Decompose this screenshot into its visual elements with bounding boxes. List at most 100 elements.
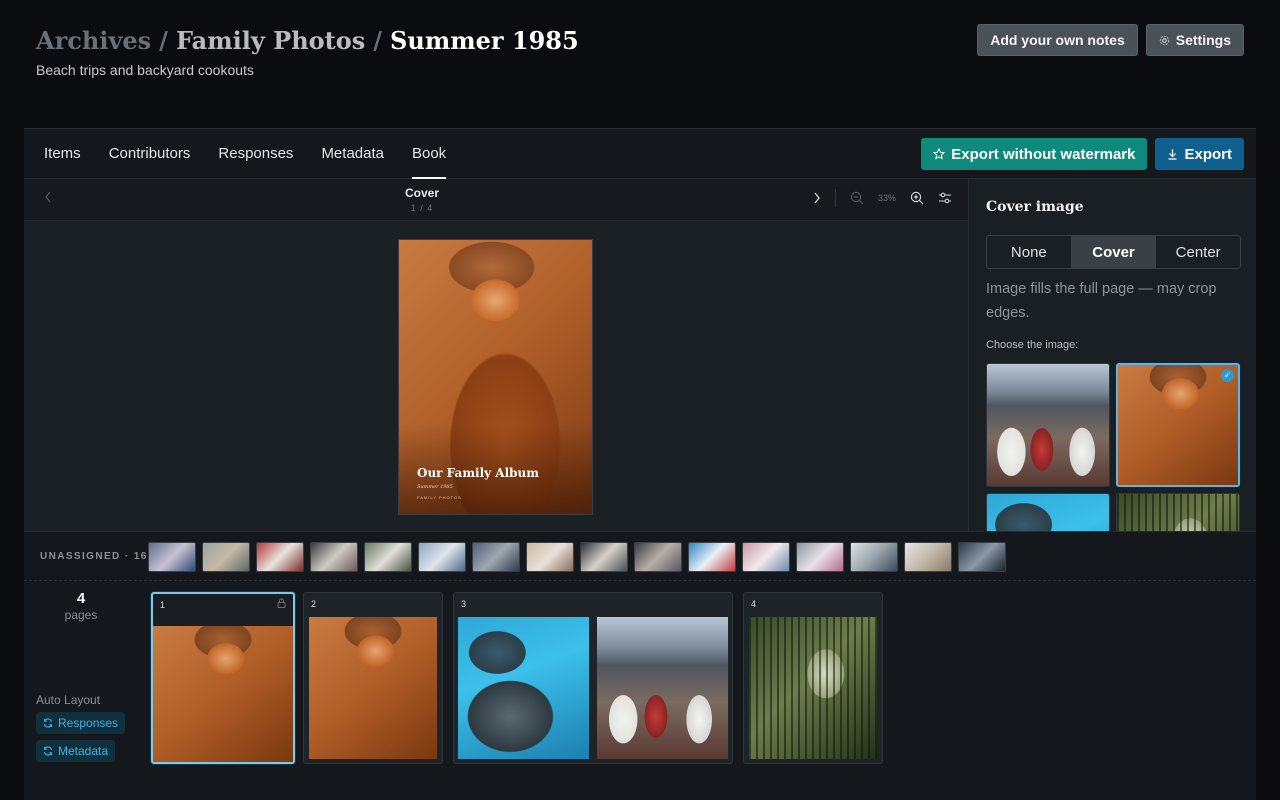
auto-layout-responses-button[interactable]: Responses: [36, 712, 126, 734]
page-photo: [597, 617, 728, 759]
check-icon: ✓: [1221, 369, 1234, 382]
image-choices: ✓: [986, 363, 1242, 531]
breadcrumb-archives[interactable]: Archives: [36, 26, 151, 55]
breadcrumb-separator: /: [159, 26, 168, 55]
cover-mode-none[interactable]: None: [987, 236, 1072, 268]
breadcrumb-current: Summer 1985: [390, 26, 579, 55]
tab-contributors[interactable]: Contributors: [109, 129, 191, 179]
breadcrumb: Archives / Family Photos / Summer 1985: [36, 26, 579, 55]
auto-layout-metadata-label: Metadata: [58, 744, 109, 758]
sliders-icon[interactable]: [938, 191, 952, 205]
page-subtitle: Beach trips and backyard cookouts: [36, 62, 254, 78]
chevron-left-icon[interactable]: [44, 191, 52, 203]
export-actions: Export without watermark Export: [921, 138, 1244, 170]
header-actions: Add your own notes Settings: [977, 24, 1244, 56]
page-card-4[interactable]: 4: [743, 592, 883, 764]
unassigned-photo[interactable]: [904, 542, 952, 572]
page-header: Archives / Family Photos / Summer 1985 B…: [36, 26, 579, 78]
unassigned-photo[interactable]: [580, 542, 628, 572]
image-choice-selected[interactable]: ✓: [1116, 363, 1240, 487]
breadcrumb-family-photos[interactable]: Family Photos: [176, 26, 365, 55]
page-number: 1: [160, 600, 166, 610]
refresh-icon: [43, 746, 53, 756]
cover-page-preview[interactable]: Our Family Album Summer 1985 FAMILY PHOT…: [398, 239, 593, 515]
unassigned-photo[interactable]: [310, 542, 358, 572]
export-without-watermark-label: Export without watermark: [951, 145, 1136, 163]
tab-items[interactable]: Items: [44, 129, 81, 179]
viewer-toolbar: Cover 1 / 4 33%: [24, 179, 968, 221]
refresh-icon: [43, 718, 53, 728]
tab-book[interactable]: Book: [411, 129, 447, 179]
cover-subtitle: Summer 1985: [417, 484, 453, 490]
unassigned-photo[interactable]: [526, 542, 574, 572]
lock-icon: [277, 598, 286, 608]
page-number: 2: [311, 599, 317, 609]
zoom-out-icon[interactable]: [850, 191, 864, 205]
cover-mode-cover[interactable]: Cover: [1071, 236, 1157, 268]
page-photo: [749, 617, 877, 759]
cover-small-text: FAMILY PHOTOS: [417, 495, 462, 500]
page-number: 4: [751, 599, 757, 609]
unassigned-photo[interactable]: [796, 542, 844, 572]
pages-count-number: 4: [76, 590, 86, 607]
page-photo: [153, 626, 293, 762]
pages-count-label: pages: [64, 608, 98, 622]
viewer-tools: 33%: [813, 189, 952, 207]
unassigned-photo[interactable]: [364, 542, 412, 572]
page-indicator-title: Cover: [404, 186, 439, 200]
add-notes-button[interactable]: Add your own notes: [977, 24, 1138, 56]
image-choice[interactable]: [1116, 493, 1240, 531]
choose-image-label: Choose the image:: [986, 339, 1079, 351]
sidebar-title: Cover image: [986, 199, 1084, 215]
image-choice[interactable]: [986, 493, 1110, 531]
page-card-3[interactable]: 3: [453, 592, 733, 764]
unassigned-photo[interactable]: [850, 542, 898, 572]
tab-bar: Items Contributors Responses Metadata Bo…: [24, 129, 1256, 179]
export-label: Export: [1184, 145, 1232, 163]
unassigned-photo[interactable]: [472, 542, 520, 572]
zoom-level: 33%: [877, 193, 896, 203]
unassigned-strip: UNASSIGNED · 16: [24, 531, 1256, 581]
unassigned-photo[interactable]: [634, 542, 682, 572]
add-notes-label: Add your own notes: [990, 32, 1125, 48]
unassigned-photo[interactable]: [688, 542, 736, 572]
chevron-right-icon[interactable]: [813, 192, 821, 204]
pages-count: 4 pages: [36, 590, 126, 622]
unassigned-photo[interactable]: [742, 542, 790, 572]
unassigned-thumbnails: [148, 542, 1006, 572]
page-card-2[interactable]: 2: [303, 592, 443, 764]
auto-layout-metadata-button[interactable]: Metadata: [36, 740, 116, 762]
unassigned-photo[interactable]: [256, 542, 304, 572]
unassigned-photo[interactable]: [148, 542, 196, 572]
zoom-in-icon[interactable]: [910, 191, 924, 205]
unassigned-photo[interactable]: [418, 542, 466, 572]
cover-mode-description: Image fills the full page — may crop edg…: [986, 281, 1217, 321]
export-without-watermark-button[interactable]: Export without watermark: [921, 138, 1148, 170]
cover-title: Our Family Album: [417, 466, 539, 480]
page-indicator-counter: 1 / 4: [410, 203, 434, 213]
cover-mode-toggle: None Cover Center: [986, 235, 1241, 269]
breadcrumb-separator: /: [373, 26, 383, 55]
page-photo: [309, 617, 437, 759]
tab-metadata[interactable]: Metadata: [321, 129, 384, 179]
settings-button[interactable]: Settings: [1145, 24, 1244, 56]
auto-layout-label: Auto Layout: [36, 693, 101, 707]
export-button[interactable]: Export: [1155, 138, 1244, 170]
page-number: 3: [461, 599, 467, 609]
unassigned-photo[interactable]: [202, 542, 250, 572]
settings-label: Settings: [1175, 32, 1231, 48]
gear-icon: [1159, 35, 1170, 46]
page-card-1[interactable]: 1: [151, 592, 295, 764]
download-icon: [1167, 148, 1178, 160]
unassigned-label: UNASSIGNED · 16: [40, 551, 148, 562]
cover-image-sidebar: Cover image None Cover Center Image fill…: [968, 179, 1256, 531]
page-indicator: Cover 1 / 4: [372, 186, 472, 213]
tab-responses[interactable]: Responses: [218, 129, 293, 179]
cover-mode-center[interactable]: Center: [1156, 236, 1240, 268]
page-photo: [458, 617, 589, 759]
star-icon: [933, 148, 946, 160]
toolbar-divider: [834, 189, 836, 207]
book-viewer: Cover 1 / 4 33% Our Family Album Summer …: [24, 179, 968, 531]
image-choice[interactable]: [986, 363, 1110, 487]
unassigned-photo[interactable]: [958, 542, 1006, 572]
